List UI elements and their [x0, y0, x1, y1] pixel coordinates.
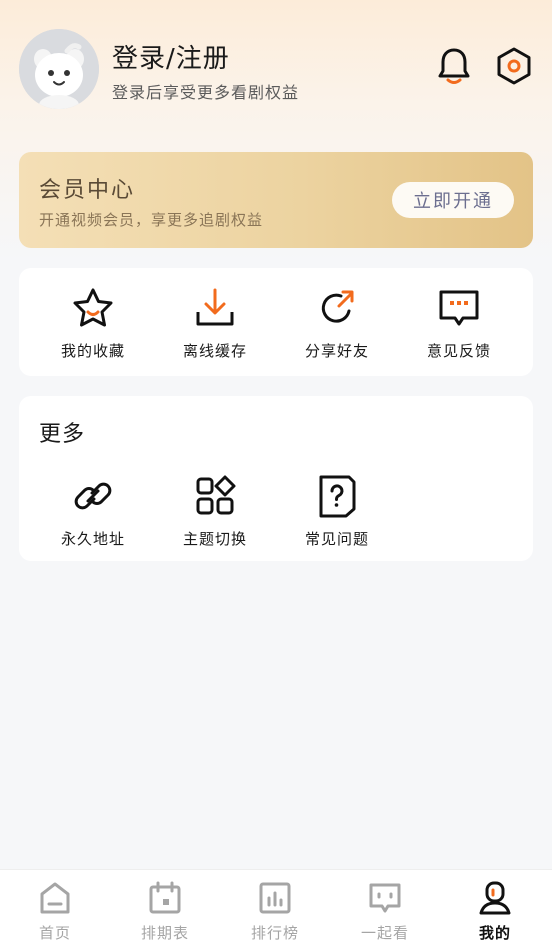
tab-schedule[interactable]: 排期表 [110, 880, 220, 943]
theme-switch-item[interactable]: 主题切换 [160, 474, 270, 549]
offline-cache-item[interactable]: 离线缓存 [160, 286, 270, 361]
faq-icon [319, 475, 356, 518]
calendar-icon [149, 881, 181, 914]
avatar[interactable] [19, 29, 99, 109]
link-icon [74, 482, 112, 510]
quick-actions-card: 我的收藏 离线缓存 分享好友 意见反馈 [19, 268, 533, 376]
permanent-address-item[interactable]: 永久地址 [38, 474, 148, 549]
share-friends-label: 分享好友 [304, 342, 369, 360]
tab-ranking[interactable]: 排行榜 [220, 880, 330, 943]
feedback-label: 意见反馈 [426, 342, 491, 360]
bell-icon [438, 48, 470, 84]
tab-ranking-label: 排行榜 [250, 924, 299, 942]
profile-header: 登录/注册 登录后享受更多看剧权益 [0, 0, 552, 130]
tab-profile-label: 我的 [478, 924, 511, 942]
tab-watch-together[interactable]: 一起看 [330, 880, 440, 943]
tab-profile[interactable]: 我的 [440, 880, 550, 943]
ranking-icon [259, 882, 291, 914]
vip-title: 会员中心 [39, 178, 136, 203]
vip-center-card[interactable]: 会员中心 开通视频会员，享更多追剧权益 立即开通 [19, 152, 533, 248]
settings-button[interactable] [494, 46, 534, 86]
offline-cache-label: 离线缓存 [182, 342, 247, 360]
share-icon [321, 290, 354, 323]
login-register-title[interactable]: 登录/注册 [112, 38, 230, 75]
tab-schedule-label: 排期表 [140, 924, 189, 942]
more-section-title: 更多 [39, 422, 86, 447]
login-subtitle: 登录后享受更多看剧权益 [112, 83, 300, 102]
mascot-avatar-icon [19, 29, 99, 109]
faq-label: 常见问题 [304, 530, 369, 548]
activate-vip-button[interactable]: 立即开通 [392, 182, 514, 218]
tab-watch-together-label: 一起看 [360, 924, 409, 942]
home-icon [40, 882, 70, 914]
theme-icon [196, 475, 236, 515]
favorites-label: 我的收藏 [60, 342, 125, 360]
tab-home[interactable]: 首页 [0, 880, 110, 943]
settings-icon [497, 47, 531, 85]
faq-item[interactable]: 常见问题 [282, 474, 392, 549]
watch-together-icon [369, 883, 401, 913]
favorites-item[interactable]: 我的收藏 [38, 286, 148, 361]
bottom-tab-bar: 首页 排期表 排行榜 一起看 我的 [0, 869, 552, 952]
feedback-icon [439, 290, 479, 326]
share-friends-item[interactable]: 分享好友 [282, 286, 392, 361]
profile-icon [479, 881, 511, 915]
vip-subtitle: 开通视频会员，享更多追剧权益 [39, 211, 264, 229]
tab-home-label: 首页 [38, 924, 71, 942]
more-card: 更多 永久地址 主题切换 常见问题 [19, 396, 533, 561]
star-icon [73, 288, 113, 327]
permanent-address-label: 永久地址 [60, 530, 125, 548]
download-icon [196, 288, 234, 326]
feedback-item[interactable]: 意见反馈 [404, 286, 514, 361]
notification-bell-button[interactable] [434, 46, 474, 86]
theme-switch-label: 主题切换 [182, 530, 247, 548]
